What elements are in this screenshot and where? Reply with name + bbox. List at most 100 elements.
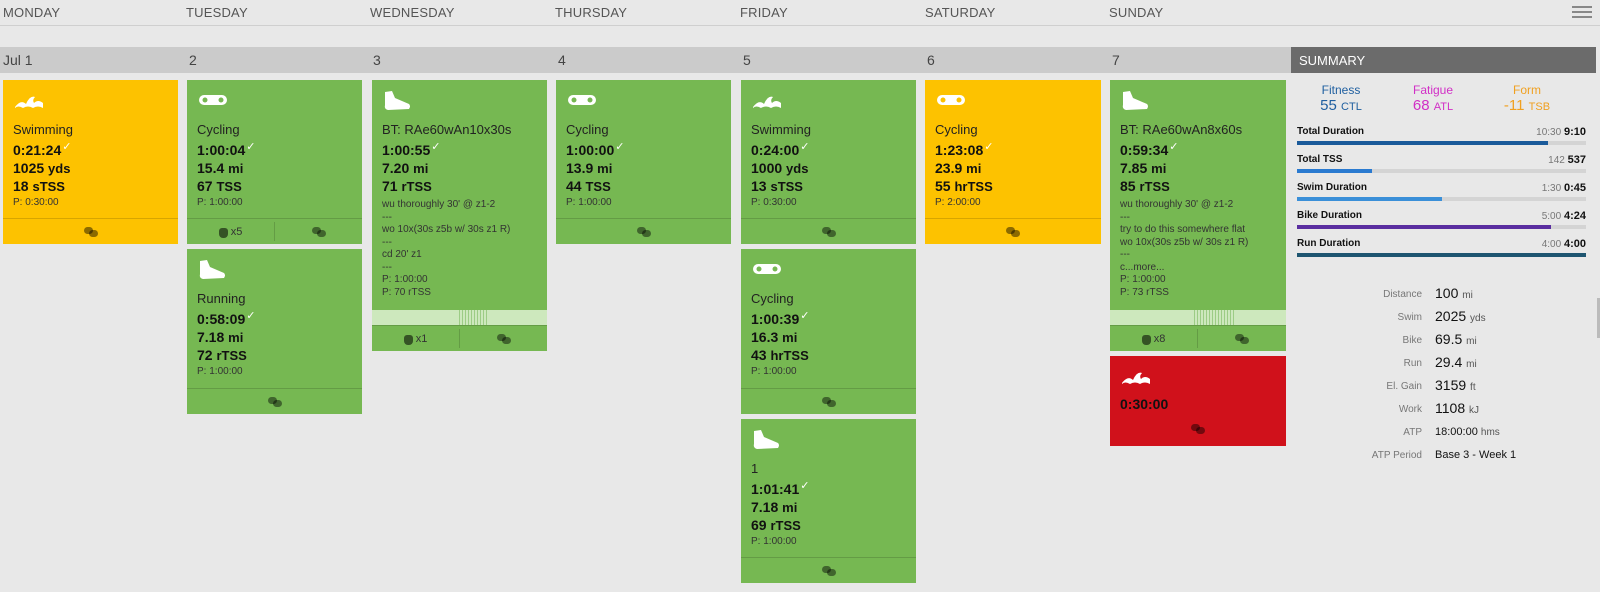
distance-unit: mi bbox=[782, 500, 798, 515]
comments-icon[interactable] bbox=[311, 226, 326, 237]
stat-atp-period: ATP Period Base 3 - Week 1 bbox=[1291, 446, 1596, 466]
exercise-count-label: x8 bbox=[1153, 332, 1166, 345]
comments-icon[interactable] bbox=[821, 396, 836, 407]
workout-structure-strip bbox=[372, 310, 547, 325]
running-icon bbox=[199, 260, 225, 279]
duration-label: Total TSS bbox=[1297, 154, 1343, 165]
workout-distance: 1000 bbox=[751, 160, 783, 176]
completed-check-icon: ✓ bbox=[1169, 141, 1179, 153]
card-footer bbox=[3, 218, 178, 244]
date-sun: 7 bbox=[1112, 52, 1120, 68]
stat-run: Run 29.4 mi bbox=[1291, 354, 1596, 374]
distance-unit: mi bbox=[228, 161, 244, 176]
comments-icon[interactable] bbox=[821, 226, 836, 237]
distance-unit: yds bbox=[786, 161, 809, 176]
workout-tss: 18 bbox=[13, 178, 29, 194]
workout-card-sat-cycling[interactable]: Cycling 1:23:08✓ 23.9 mi 55 hrTSS P: 2:0… bbox=[925, 80, 1101, 244]
duration-bar-fill bbox=[1297, 197, 1442, 201]
stat-label: Work bbox=[1398, 404, 1422, 415]
stat-value: Base 3 - Week 1 bbox=[1435, 449, 1517, 461]
fatigue-label: Fatigue bbox=[1412, 83, 1454, 97]
workout-card-fri-swimming[interactable]: Swimming 0:24:00✓ 1000 yds 13 sTSS P: 0:… bbox=[741, 80, 916, 244]
stat-label: Run bbox=[1403, 358, 1422, 369]
workout-distance: 23.9 bbox=[935, 160, 963, 176]
form-label: Form bbox=[1513, 83, 1541, 97]
form-metric: Form -11 TSB bbox=[1477, 83, 1577, 114]
cycling-icon bbox=[199, 95, 227, 105]
workout-distance: 7.18 bbox=[197, 329, 225, 345]
workout-card-sun-bt[interactable]: BT: RAe60wAn8x60s 0:59:34✓ 7.85 mi 85 rT… bbox=[1110, 80, 1286, 351]
day-name-wednesday: WEDNESDAY bbox=[370, 5, 455, 20]
workout-duration: 0:58:09 bbox=[197, 311, 246, 327]
day-name-thursday: THURSDAY bbox=[555, 5, 628, 20]
workout-tss: 67 bbox=[197, 178, 213, 194]
duration-actual: 4:24 bbox=[1563, 210, 1586, 222]
duration-label: Swim Duration bbox=[1297, 182, 1368, 193]
workout-distance: 13.9 bbox=[566, 160, 594, 176]
exercise-count[interactable]: x8 bbox=[1110, 326, 1197, 351]
stat-label: Swim bbox=[1397, 312, 1422, 323]
workout-card-thu-cycling[interactable]: Cycling 1:00:00✓ 13.9 mi 44 TSS P: 1:00:… bbox=[556, 80, 731, 244]
workout-duration: 1:00:55 bbox=[382, 142, 431, 158]
comments-icon[interactable] bbox=[1235, 333, 1249, 344]
card-footer bbox=[741, 218, 916, 244]
tss-unit: rTSS bbox=[1139, 179, 1170, 194]
workout-planned: P: 0:30:00 bbox=[751, 197, 797, 208]
stat-unit: mi bbox=[1466, 359, 1477, 370]
stat-value: 3159 bbox=[1435, 377, 1467, 393]
comments-icon[interactable] bbox=[496, 333, 511, 344]
kettlebell-icon bbox=[1141, 334, 1151, 345]
stat-value: 2025 bbox=[1435, 308, 1467, 324]
duration-actual: 0:45 bbox=[1563, 182, 1586, 194]
date-wed: 3 bbox=[373, 52, 381, 68]
comments-icon[interactable] bbox=[821, 565, 836, 576]
workout-description: wu thoroughly 30' @ z1-2 --- try to do thi… bbox=[1120, 199, 1249, 298]
workout-card-tue-cycling[interactable]: Cycling 1:00:04✓ 15.4 mi 67 TSS P: 1:00:… bbox=[187, 80, 362, 244]
comments-icon[interactable] bbox=[1191, 424, 1205, 434]
kettlebell-icon bbox=[218, 227, 228, 238]
exercise-count[interactable]: x5 bbox=[187, 219, 274, 244]
hamburger-menu-icon[interactable] bbox=[1572, 6, 1592, 20]
workout-card-mon-swimming[interactable]: Swimming 0:21:24✓ 1025 yds 18 sTSS P: 0:… bbox=[3, 80, 178, 244]
workout-card-sun-swimming-missed[interactable]: 0:30:00 bbox=[1110, 356, 1286, 446]
comments-icon[interactable] bbox=[83, 226, 98, 237]
workout-card-fri-running[interactable]: 1 1:01:41✓ 7.18 mi 69 rTSS P: 1:00:00 bbox=[741, 419, 916, 583]
distance-unit: mi bbox=[228, 330, 244, 345]
stat-label: Bike bbox=[1402, 335, 1422, 346]
distance-unit: mi bbox=[966, 161, 982, 176]
comments-icon[interactable] bbox=[267, 396, 282, 407]
duration-planned: 10:30 bbox=[1536, 127, 1562, 138]
comments-icon[interactable] bbox=[1006, 226, 1020, 237]
date-mon: Jul 1 bbox=[3, 52, 33, 68]
exercise-count[interactable]: x1 bbox=[372, 326, 459, 351]
stat-value: 29.4 bbox=[1435, 354, 1463, 370]
workout-distance: 7.18 bbox=[751, 499, 779, 515]
workout-distance: 1025 bbox=[13, 160, 45, 176]
workout-card-tue-running[interactable]: Running 0:58:09✓ 7.18 mi 72 rTSS P: 1:00… bbox=[187, 249, 362, 414]
workout-tss: 85 bbox=[1120, 178, 1136, 194]
tss-unit: hrTSS bbox=[954, 179, 993, 194]
workout-distance: 7.20 bbox=[382, 160, 410, 176]
duration-bar-fill bbox=[1297, 169, 1373, 173]
card-footer: x1 bbox=[372, 325, 547, 351]
workout-card-fri-cycling[interactable]: Cycling 1:00:39✓ 16.3 mi 43 hrTSS P: 1:0… bbox=[741, 249, 916, 414]
completed-check-icon: ✓ bbox=[431, 141, 441, 153]
workout-tss: 72 bbox=[197, 347, 213, 363]
workout-duration: 1:00:04 bbox=[197, 142, 246, 158]
stat-unit: hms bbox=[1480, 427, 1500, 438]
stat-work: Work 1108 kJ bbox=[1291, 400, 1596, 420]
workout-duration: 0:59:34 bbox=[1120, 142, 1169, 158]
workout-card-wed-bt[interactable]: BT: RAe60wAn10x30s 1:00:55✓ 7.20 mi 71 r… bbox=[372, 80, 547, 351]
workout-title: Swimming bbox=[751, 122, 811, 137]
comments-icon[interactable] bbox=[636, 226, 651, 237]
stat-unit: kJ bbox=[1469, 405, 1479, 416]
workout-structure-strip bbox=[1110, 310, 1286, 325]
workout-duration: 0:24:00 bbox=[751, 142, 800, 158]
workout-title: 1 bbox=[751, 461, 759, 476]
stat-unit: ft bbox=[1470, 382, 1476, 393]
more-link[interactable]: c...more... bbox=[1120, 262, 1248, 275]
card-footer bbox=[556, 218, 731, 244]
tss-unit: sTSS bbox=[770, 179, 803, 194]
duration-actual: 4:00 bbox=[1563, 238, 1586, 250]
date-tue: 2 bbox=[189, 52, 197, 68]
